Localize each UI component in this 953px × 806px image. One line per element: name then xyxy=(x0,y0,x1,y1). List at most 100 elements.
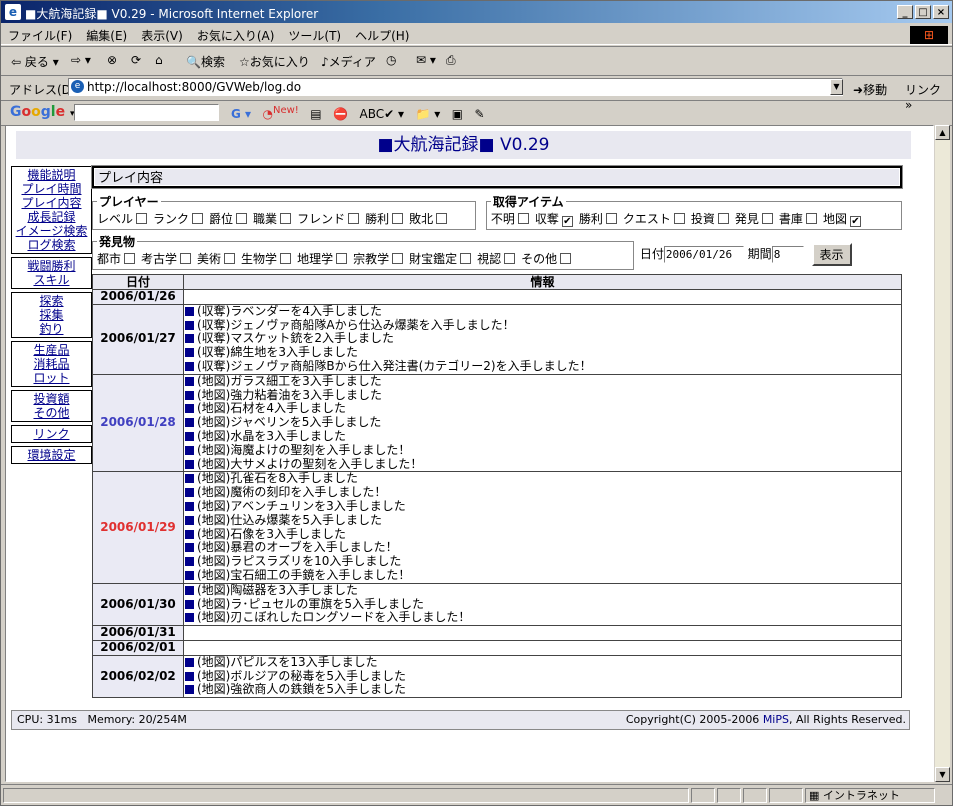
player-filter-checkbox[interactable] xyxy=(236,213,248,224)
discovery-filter-checkbox[interactable] xyxy=(460,253,472,264)
intranet-icon: ▦ xyxy=(809,789,820,802)
discovery-filter-label: その他 xyxy=(521,252,558,266)
minimize-icon[interactable]: _ xyxy=(897,5,913,19)
player-filter-checkbox[interactable] xyxy=(436,213,448,224)
address-input[interactable]: e http://localhost:8000/GVWeb/log.do xyxy=(68,78,843,96)
vertical-scrollbar[interactable]: ▲ ▼ xyxy=(934,125,950,782)
items-filter-checkbox[interactable]: ✔ xyxy=(849,216,861,227)
sidebar-link[interactable]: プレイ内容 xyxy=(12,196,91,210)
items-filter-checkbox[interactable] xyxy=(517,213,529,224)
scroll-up-icon[interactable]: ▲ xyxy=(935,125,950,140)
sidebar-link[interactable]: プレイ時間 xyxy=(12,182,91,196)
row-date: 2006/01/28 xyxy=(92,373,184,473)
menu-item-5[interactable]: ヘルプ(H) xyxy=(348,24,416,47)
discovery-filter-checkbox[interactable] xyxy=(336,253,348,264)
menu-item-3[interactable]: お気に入り(A) xyxy=(190,24,282,47)
discovery-filter-checkbox[interactable] xyxy=(224,253,236,264)
sidebar-link[interactable]: 生産品 xyxy=(12,343,91,357)
forward-button[interactable]: ⇨ ▾ xyxy=(71,53,91,67)
sidebar-link[interactable]: 成長記録 xyxy=(12,210,91,224)
item-legend: 取得アイテム xyxy=(492,195,564,209)
stop-icon[interactable]: ⊗ xyxy=(107,53,117,67)
main-panel: プレイ内容 プレイヤー レベル ランク 爵位 職業 フレンド 勝利 敗北 取得アイテム 不明… xyxy=(91,165,908,699)
pagerank-icon[interactable]: ▤ xyxy=(310,107,321,121)
sidebar-link[interactable]: 採集 xyxy=(12,308,91,322)
menu-item-2[interactable]: 表示(V) xyxy=(134,24,190,47)
sidebar-link[interactable]: 探索 xyxy=(12,294,91,308)
date-input[interactable]: 2006/01/26 xyxy=(663,246,744,263)
print-icon[interactable]: ⎙ xyxy=(446,53,456,68)
google-search-input[interactable] xyxy=(74,104,219,121)
menu-item-0[interactable]: ファイル(F) xyxy=(1,24,79,47)
player-filter-checkbox[interactable] xyxy=(192,213,204,224)
google-logo[interactable]: Google ▾ xyxy=(10,104,75,120)
favorites-button[interactable]: ☆お気に入り xyxy=(239,53,310,70)
sidebar-link[interactable]: 投資額 xyxy=(12,392,91,406)
player-filter-checkbox[interactable] xyxy=(280,213,292,224)
autofill-icon[interactable]: ▣ xyxy=(452,107,463,121)
title-bar[interactable]: e ■大航海記録■ V0.29 - Microsoft Internet Exp… xyxy=(1,1,952,23)
items-filter-checkbox[interactable] xyxy=(605,213,617,224)
list-item: (地図)大サメよけの聖刻を入手しました！ xyxy=(185,457,900,472)
sidebar-link[interactable]: ログ検索 xyxy=(12,238,91,252)
sidebar-link[interactable]: ロット xyxy=(12,371,91,385)
sidebar-link[interactable]: 消耗品 xyxy=(12,357,91,371)
discovery-filter-checkbox[interactable] xyxy=(504,253,516,264)
maximize-icon[interactable]: □ xyxy=(915,5,931,19)
table-row: 2006/01/27 (収奪)ラベンダーを4入手しました (収奪)ジェノヴァ商船隊A… xyxy=(92,303,902,375)
refresh-icon[interactable]: ⟳ xyxy=(131,53,141,67)
sidebar-link[interactable]: イメージ検索 xyxy=(12,224,91,238)
sidebar-link[interactable]: スキル xyxy=(12,273,91,287)
sidebar-link[interactable]: 戦闘勝利 xyxy=(12,259,91,273)
sidebar-link[interactable]: その他 xyxy=(12,406,91,420)
menu-item-4[interactable]: ツール(T) xyxy=(281,24,348,47)
items-filter-checkbox[interactable] xyxy=(717,213,729,224)
mips-link[interactable]: MiPS xyxy=(763,713,789,726)
list-item: (地図)魔術の刻印を入手しました！ xyxy=(185,485,900,500)
google-new-icon[interactable]: ◔New! xyxy=(263,105,299,121)
period-input[interactable]: 8 xyxy=(771,246,804,263)
search-button[interactable]: 🔍検索 xyxy=(186,53,225,70)
status-text xyxy=(3,788,689,803)
sidebar-link[interactable]: 機能説明 xyxy=(12,168,91,182)
back-button[interactable]: ⇦ 戻る ▾ xyxy=(11,53,59,70)
sidebar-group-3: 生産品 消耗品 ロット xyxy=(11,341,92,387)
discovery-filter-checkbox[interactable] xyxy=(280,253,292,264)
player-filter-checkbox[interactable] xyxy=(348,213,360,224)
go-button[interactable]: ➜移動 xyxy=(853,81,887,98)
items-filter-checkbox[interactable]: ✔ xyxy=(561,216,573,227)
media-button[interactable]: ♪メディア xyxy=(321,53,376,70)
row-date: 2006/01/30 xyxy=(92,582,184,627)
spellcheck-icon[interactable]: ABC✔ ▾ xyxy=(359,107,404,121)
discovery-filter-checkbox[interactable] xyxy=(560,253,572,264)
player-filter-checkbox[interactable] xyxy=(392,213,404,224)
home-icon[interactable]: ⌂ xyxy=(155,53,163,67)
discovery-filter-label: 生物学 xyxy=(241,252,278,266)
sidebar-link[interactable]: 釣り xyxy=(12,322,91,336)
history-icon[interactable]: ◷ xyxy=(386,53,396,67)
table-row: 2006/01/31 xyxy=(92,625,902,641)
discovery-filter-checkbox[interactable] xyxy=(124,253,136,264)
close-icon[interactable]: × xyxy=(933,5,949,19)
items-filter-checkbox[interactable] xyxy=(673,213,685,224)
square-bullet-icon xyxy=(185,390,194,400)
sidebar-link[interactable]: リンク xyxy=(12,427,91,441)
autolink-icon[interactable]: 📁 ▾ xyxy=(415,107,440,121)
items-filter-checkbox[interactable] xyxy=(761,213,773,224)
options-icon[interactable]: ✎ xyxy=(474,107,484,121)
items-filter-checkbox[interactable] xyxy=(805,213,817,224)
address-dropdown-icon[interactable]: ▼ xyxy=(830,79,843,95)
popup-blocker-icon[interactable]: ⛔ xyxy=(333,107,348,121)
discovery-filter-checkbox[interactable] xyxy=(392,253,404,264)
status-panel-3 xyxy=(717,788,741,803)
mail-icon[interactable]: ✉ ▾ xyxy=(416,53,436,67)
menu-item-1[interactable]: 編集(E) xyxy=(79,24,134,47)
player-filter-checkbox[interactable] xyxy=(136,213,148,224)
show-button[interactable]: 表示 xyxy=(811,243,852,266)
address-bar: アドレス(D) e http://localhost:8000/GVWeb/lo… xyxy=(1,75,952,112)
sidebar-link[interactable]: 環境設定 xyxy=(12,448,91,462)
discovery-filter-checkbox[interactable] xyxy=(180,253,192,264)
sidebar-group-6: 環境設定 xyxy=(11,446,92,464)
google-search-icon[interactable]: G ▾ xyxy=(231,107,251,121)
scroll-down-icon[interactable]: ▼ xyxy=(935,767,950,782)
